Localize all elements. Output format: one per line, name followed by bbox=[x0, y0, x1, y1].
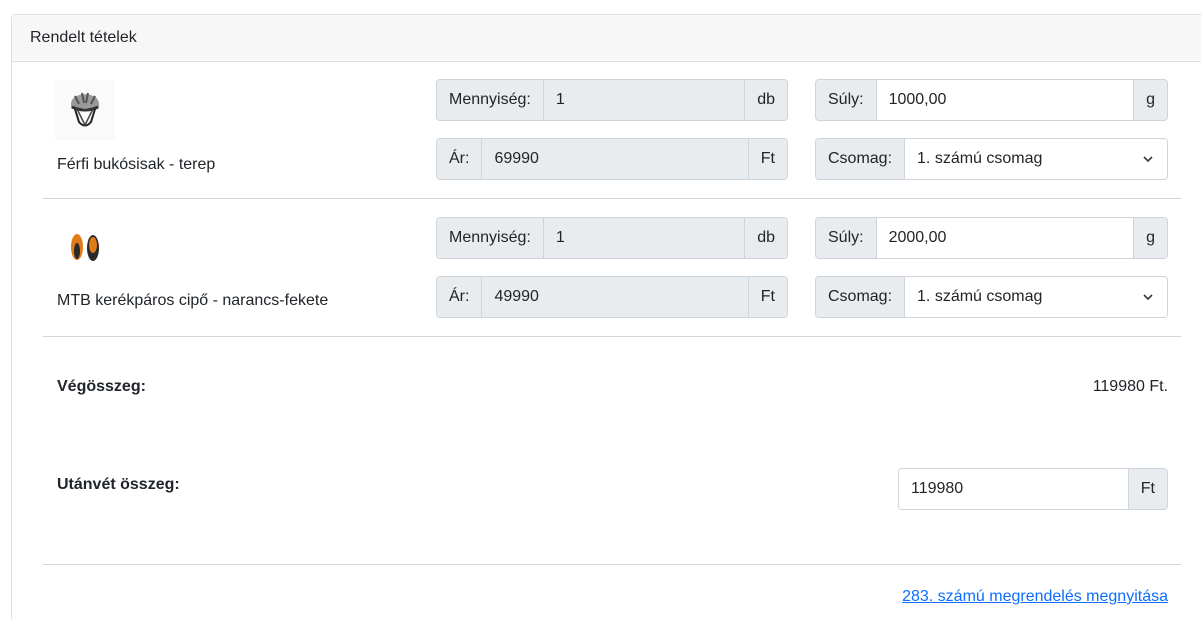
summary-divider bbox=[43, 564, 1181, 565]
weight-unit: g bbox=[1133, 218, 1167, 258]
chevron-down-icon bbox=[1143, 156, 1153, 163]
package-label: Csomag: bbox=[816, 277, 906, 317]
shoes-icon bbox=[55, 218, 115, 278]
item-divider bbox=[43, 198, 1181, 199]
package-select[interactable]: 1. számú csomag bbox=[905, 277, 1167, 317]
helmet-icon bbox=[55, 80, 115, 140]
price-label: Ár: bbox=[437, 139, 483, 179]
chevron-down-icon bbox=[1143, 294, 1153, 301]
product-name: Férfi bukósisak - terep bbox=[57, 156, 216, 173]
cod-label: Utánvét összeg: bbox=[57, 476, 180, 493]
price-unit: Ft bbox=[747, 277, 787, 317]
cod-amount-input[interactable]: 119980 bbox=[899, 469, 1128, 509]
total-label: Végösszeg: bbox=[57, 378, 146, 395]
price-field: 49990 bbox=[482, 277, 748, 317]
weight-label: Súly: bbox=[816, 80, 877, 120]
quantity-input-group: Mennyiség: 1 db bbox=[436, 217, 788, 259]
quantity-input-group: Mennyiség: 1 db bbox=[436, 79, 788, 121]
package-input-group: Csomag: 1. számú csomag bbox=[815, 276, 1168, 318]
open-order-link[interactable]: 283. számú megrendelés megnyitása bbox=[902, 588, 1168, 606]
weight-unit: g bbox=[1133, 80, 1167, 120]
quantity-field: 1 bbox=[543, 80, 745, 120]
price-input-group: Ár: 49990 Ft bbox=[436, 276, 788, 318]
weight-input-group: Súly: 1000,00 g bbox=[815, 79, 1168, 121]
weight-label: Súly: bbox=[816, 218, 877, 258]
item-divider bbox=[43, 336, 1181, 337]
price-label: Ár: bbox=[437, 277, 483, 317]
package-select-value: 1. számú csomag bbox=[917, 150, 1043, 167]
quantity-unit: db bbox=[744, 218, 787, 258]
card-header: Rendelt tételek bbox=[12, 15, 1201, 62]
total-value: 119980 Ft. bbox=[1092, 378, 1168, 395]
package-label: Csomag: bbox=[816, 139, 906, 179]
package-input-group: Csomag: 1. számú csomag bbox=[815, 138, 1168, 180]
weight-input-group: Súly: 2000,00 g bbox=[815, 217, 1168, 259]
cod-input-group: 119980 Ft bbox=[898, 468, 1168, 510]
price-input-group: Ár: 69990 Ft bbox=[436, 138, 788, 180]
package-select[interactable]: 1. számú csomag bbox=[905, 139, 1167, 179]
package-select-value: 1. számú csomag bbox=[917, 288, 1043, 305]
quantity-field: 1 bbox=[543, 218, 745, 258]
shoes-product-image bbox=[55, 218, 115, 278]
helmet-product-image bbox=[55, 80, 115, 140]
price-unit: Ft bbox=[747, 139, 787, 179]
quantity-label: Mennyiség: bbox=[437, 80, 544, 120]
weight-input[interactable]: 2000,00 bbox=[876, 218, 1134, 258]
weight-input[interactable]: 1000,00 bbox=[876, 80, 1134, 120]
quantity-unit: db bbox=[744, 80, 787, 120]
cod-unit: Ft bbox=[1127, 469, 1167, 509]
price-field: 69990 bbox=[482, 139, 748, 179]
quantity-label: Mennyiség: bbox=[437, 218, 544, 258]
product-name: MTB kerékpáros cipő - narancs-fekete bbox=[57, 292, 329, 309]
